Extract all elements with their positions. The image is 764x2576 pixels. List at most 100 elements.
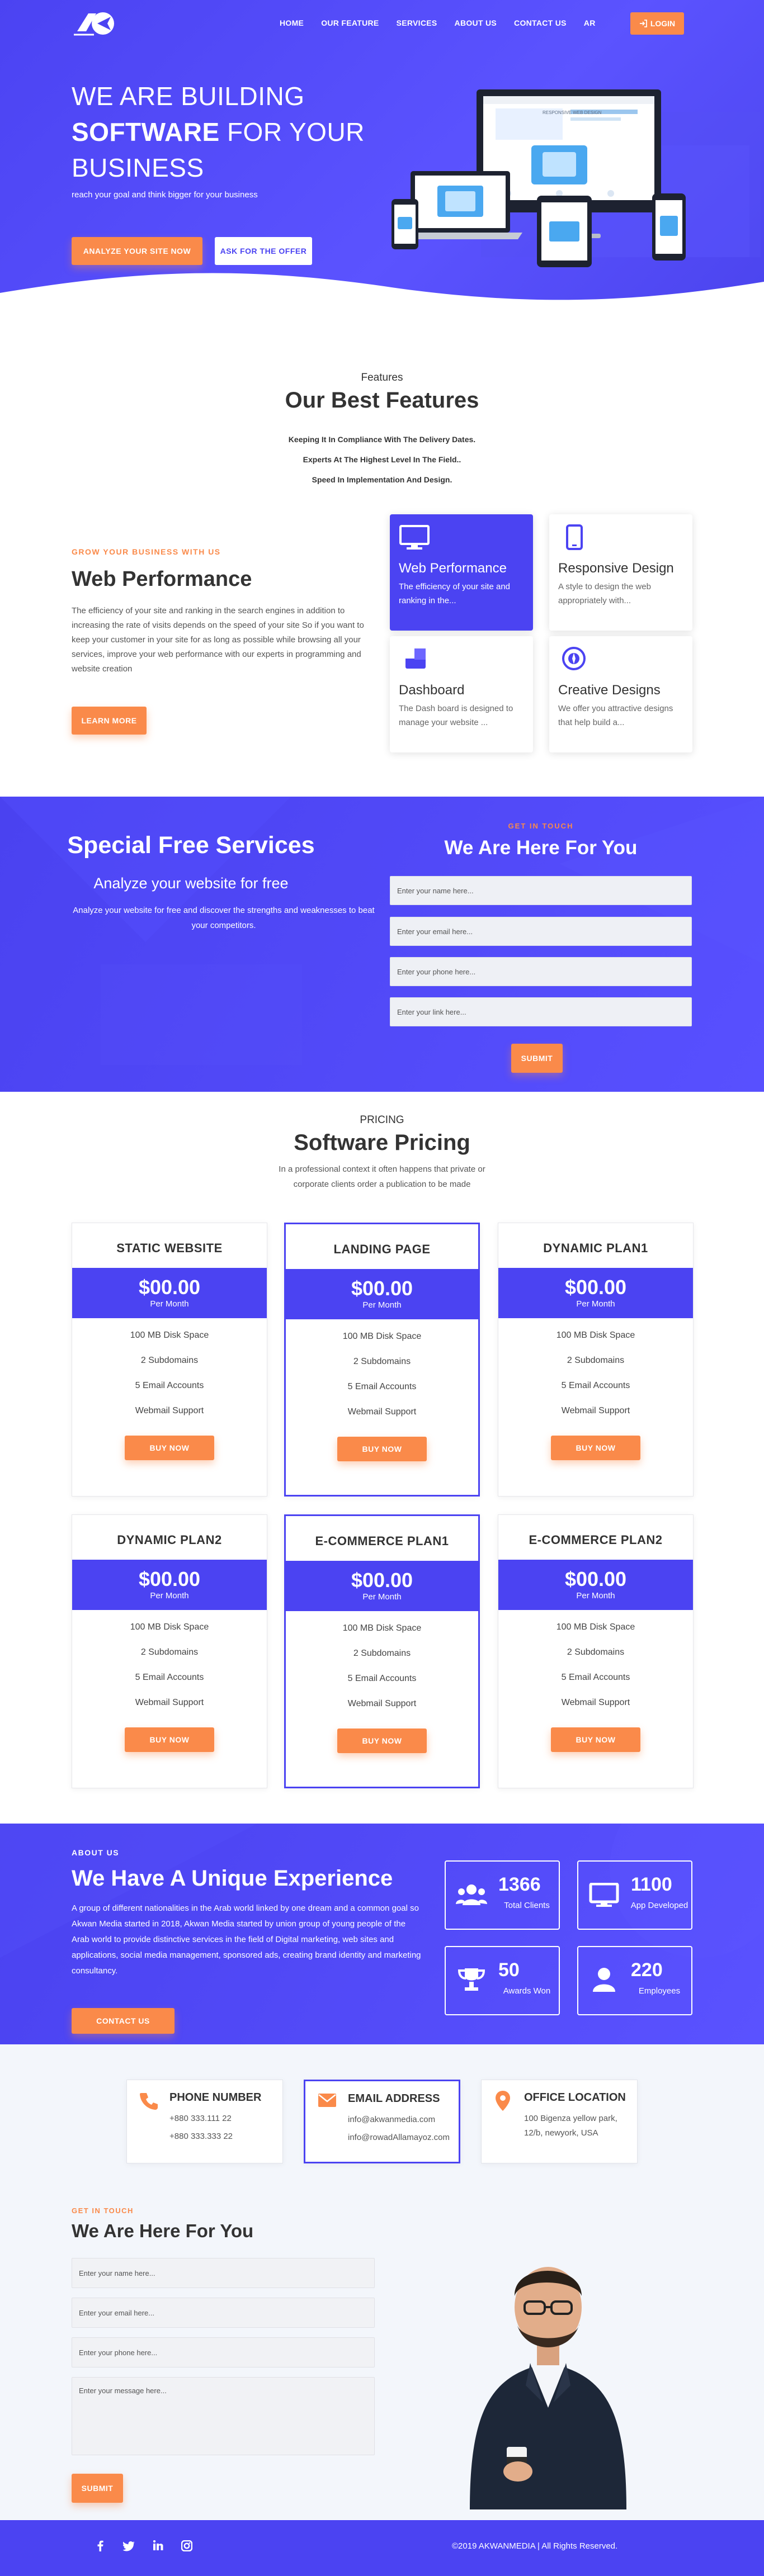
feature-card-responsive-design[interactable]: Responsive Design A style to design the … — [549, 514, 692, 631]
hero-section: HOME OUR FEATURE SERVICES ABOUT US CONTA… — [0, 0, 764, 313]
feature-card-text: The efficiency of your site and ranking … — [399, 582, 510, 605]
phone-card: PHONE NUMBER +880 333.111 22 +880 333.33… — [126, 2080, 283, 2163]
plan-name: E-COMMERCE PLAN2 — [529, 1533, 663, 1547]
plan-period: Per Month — [362, 1300, 402, 1310]
phone-number-1[interactable]: +880 333.111 22 — [169, 2114, 232, 2123]
ask-offer-button[interactable]: ASK FOR THE OFFER — [215, 237, 312, 265]
nav-our-feature[interactable]: OUR FEATURE — [321, 18, 379, 27]
feature-card-text: A style to design the web appropriately … — [558, 582, 651, 605]
nav-about-us[interactable]: ABOUT US — [455, 18, 497, 27]
service-phone-input[interactable]: Enter your phone here... — [390, 957, 692, 986]
stat-label: App Developed — [630, 1901, 688, 1910]
pricing-desc-line-2: corporate clients order a publication to… — [293, 1180, 471, 1189]
contact-email-input[interactable]: Enter your email here... — [72, 2298, 375, 2328]
copyright-text: ©2019 AKWANMEDIA | All Rights Reserved. — [452, 2541, 618, 2551]
plan-feature: 100 MB Disk Space — [342, 1332, 422, 1341]
feature-card-dashboard[interactable]: Dashboard The Dash board is designed to … — [390, 636, 533, 752]
plan-features: 100 MB Disk Space 2 Subdomains 5 Email Acc… — [498, 1323, 693, 1423]
email-address-2[interactable]: info@rowadAllamayoz.com — [348, 2133, 450, 2142]
plan-price-band: $00.00 Per Month — [286, 1561, 478, 1611]
plan-price: $00.00 — [138, 1568, 201, 1590]
plan-feature: Webmail Support — [561, 1406, 630, 1415]
feature-card-title: Responsive Design — [558, 561, 674, 576]
feature-card-creative-designs[interactable]: Creative Designs We offer you attractive… — [549, 636, 692, 752]
services-title: Special Free Services — [67, 832, 315, 859]
plan-name: E-COMMERCE PLAN1 — [315, 1534, 449, 1548]
hero-line-2: SOFTWARE FOR YOUR — [72, 114, 407, 150]
email-title: EMAIL ADDRESS — [348, 2092, 440, 2105]
plan-features: 100 MB Disk Space 2 Subdomains 5 Email Acc… — [72, 1614, 267, 1715]
service-link-input[interactable]: Enter your link here... — [390, 997, 692, 1026]
plan-feature: 100 MB Disk Space — [130, 1622, 209, 1632]
plan-name: LANDING PAGE — [333, 1242, 431, 1256]
services-form-title: We Are Here For You — [444, 837, 638, 859]
service-email-input[interactable]: Enter your email here... — [390, 917, 692, 946]
feature-point-2: Experts At The Highest Level In The Fiel… — [303, 455, 461, 464]
web-performance-text: The efficiency of your site and ranking … — [72, 606, 364, 674]
contact-message-textarea[interactable]: Enter your message here... — [72, 2377, 375, 2455]
desktop-icon — [589, 1883, 619, 1907]
grow-kicker: GROW YOUR BUSINESS WITH US — [72, 547, 221, 556]
plan-price: $00.00 — [138, 1276, 201, 1299]
plan-name: DYNAMIC PLAN2 — [117, 1533, 222, 1547]
office-line-1: 100 Bigenza yellow park, — [524, 2114, 617, 2123]
twitter-icon[interactable] — [123, 2540, 135, 2551]
contact-section: PHONE NUMBER +880 333.111 22 +880 333.33… — [0, 2044, 764, 2520]
linkedin-icon[interactable] — [153, 2540, 163, 2550]
services-kicker: GET IN TOUCH — [508, 822, 574, 830]
plan-features: 100 MB Disk Space 2 Subdomains 5 Email Acc… — [286, 1324, 478, 1424]
buy-now-button[interactable]: BUY NOW — [551, 1436, 640, 1460]
email-address-1[interactable]: info@akwanmedia.com — [348, 2115, 435, 2124]
instagram-icon[interactable] — [181, 2540, 192, 2551]
contact-us-button[interactable]: CONTACT US — [72, 2008, 175, 2034]
feature-point-1: Keeping It In Compliance With The Delive… — [288, 435, 476, 444]
analyze-site-button[interactable]: ANALYZE YOUR SITE NOW — [72, 237, 202, 265]
service-name-input[interactable]: Enter your name here... — [390, 876, 692, 905]
nav-services[interactable]: SERVICES — [397, 18, 437, 27]
learn-more-button[interactable]: LEARN MORE — [72, 707, 147, 735]
buy-now-button[interactable]: BUY NOW — [125, 1436, 214, 1460]
contact-submit-button[interactable]: SUBMIT — [72, 2474, 123, 2503]
logo-icon[interactable] — [72, 9, 120, 38]
pricing-card: STATIC WEBSITE $00.00 Per Month 100 MB Disk… — [72, 1223, 267, 1497]
dashboard-icon — [405, 648, 426, 669]
plan-feature: Webmail Support — [347, 1407, 417, 1417]
buy-now-button[interactable]: BUY NOW — [125, 1727, 214, 1752]
plan-feature: 100 MB Disk Space — [130, 1330, 209, 1340]
features-title: Our Best Features — [285, 388, 479, 413]
hero-headline: WE ARE BUILDING SOFTWARE FOR YOUR BUSINE… — [72, 78, 407, 186]
plan-feature: 100 MB Disk Space — [556, 1622, 635, 1632]
nav-home[interactable]: HOME — [280, 18, 304, 27]
plan-feature: Webmail Support — [135, 1698, 204, 1707]
buy-now-button[interactable]: BUY NOW — [551, 1727, 640, 1752]
plan-period: Per Month — [362, 1592, 402, 1602]
hero-wave-divider — [0, 273, 764, 313]
stat-total-clients: 1366 Total Clients — [445, 1860, 560, 1930]
nav-language-ar[interactable]: AR — [584, 18, 596, 27]
contact-form-title: We Are Here For You — [72, 2220, 254, 2241]
hero-line-3: BUSINESS — [72, 153, 204, 182]
buy-now-button[interactable]: BUY NOW — [337, 1729, 427, 1753]
plan-feature: Webmail Support — [561, 1698, 630, 1707]
hero-subtitle: reach your goal and think bigger for you… — [72, 190, 258, 200]
buy-now-button[interactable]: BUY NOW — [337, 1437, 427, 1461]
main-menu: HOME OUR FEATURE SERVICES ABOUT US CONTA… — [280, 18, 613, 27]
phone-number-2[interactable]: +880 333.333 22 — [169, 2132, 233, 2141]
services-text: Analyze your website for free and discov… — [73, 906, 375, 930]
plan-price: $00.00 — [351, 1277, 413, 1300]
plan-feature: 2 Subdomains — [353, 1357, 411, 1366]
login-button[interactable]: LOGIN — [630, 12, 684, 35]
facebook-icon[interactable] — [95, 2540, 105, 2551]
contact-phone-input[interactable]: Enter your phone here... — [72, 2337, 375, 2367]
service-submit-button[interactable]: SUBMIT — [511, 1044, 563, 1073]
office-card: OFFICE LOCATION 100 Bigenza yellow park,… — [481, 2080, 638, 2163]
location-pin-icon — [496, 2091, 510, 2111]
plan-feature: Webmail Support — [135, 1406, 204, 1415]
plan-feature: 2 Subdomains — [353, 1649, 411, 1658]
plan-feature: 5 Email Accounts — [561, 1673, 630, 1682]
plan-price: $00.00 — [351, 1569, 413, 1592]
feature-card-web-performance[interactable]: Web Performance The efficiency of your s… — [390, 514, 533, 631]
user-icon — [593, 1968, 615, 1992]
contact-name-input[interactable]: Enter your name here... — [72, 2258, 375, 2288]
nav-contact-us[interactable]: CONTACT US — [514, 18, 567, 27]
